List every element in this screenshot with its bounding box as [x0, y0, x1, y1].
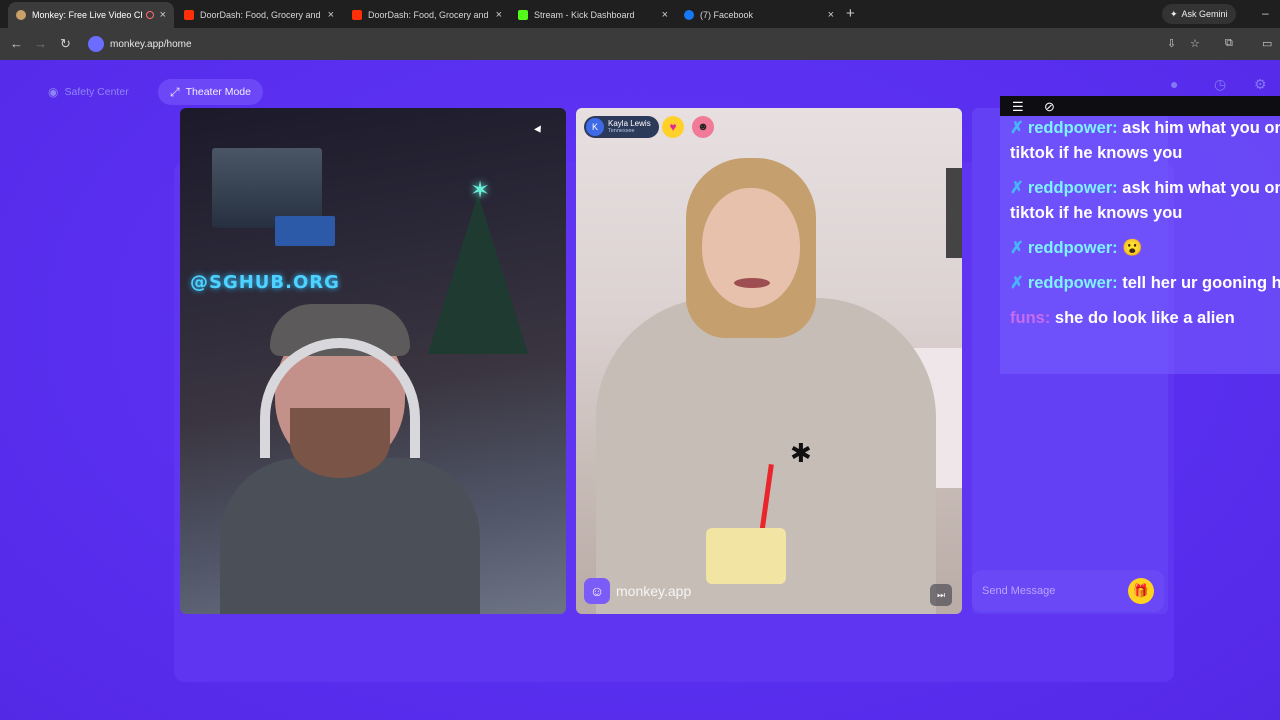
partner-face	[702, 188, 800, 308]
overlay-toolbar: ☰ ⊘	[1000, 96, 1280, 116]
send-message-input[interactable]: Send Message 🎁	[972, 570, 1164, 612]
tab-title: DoorDash: Food, Grocery and F	[368, 10, 490, 20]
streamer-body	[220, 458, 480, 614]
menu-icon[interactable]: ☰	[1012, 99, 1024, 115]
chat-message: ✗ reddpower: ask him what you on tiktok i…	[1010, 116, 1280, 166]
cup	[706, 528, 786, 584]
address-bar[interactable]: monkey.app/home	[84, 32, 1154, 56]
close-tab-icon[interactable]: ×	[828, 9, 834, 21]
heart-badge-icon[interactable]: ♥	[662, 116, 684, 138]
chat-text: tell her ur gooning her	[1122, 274, 1280, 292]
chat-messages: ✗ reddpower: ask him what you on tiktok i…	[1010, 116, 1280, 341]
close-tab-icon[interactable]: ×	[160, 9, 166, 21]
side-panel-icon[interactable]: ▭	[1262, 37, 1272, 50]
send-message-placeholder: Send Message	[982, 585, 1056, 597]
tab-title: (7) Facebook	[700, 10, 754, 20]
tree-star-icon: ✶	[470, 177, 491, 204]
close-tab-icon[interactable]: ×	[662, 9, 668, 21]
recording-icon	[145, 11, 154, 19]
streamer	[220, 298, 480, 614]
tab-monkey[interactable]: Monkey: Free Live Video Ch ×	[8, 2, 174, 28]
visibility-off-icon[interactable]: ⊘	[1044, 99, 1055, 115]
browser-tab-bar: Monkey: Free Live Video Ch × DoorDash: F…	[0, 0, 1280, 28]
tab-doordash-1[interactable]: DoorDash: Food, Grocery and F ×	[176, 2, 342, 28]
browser-toolbar: ← → ↻ monkey.app/home ⇩ ☆ ⧉ ▭	[0, 28, 1280, 60]
leaf-print-icon: ✱	[790, 438, 812, 468]
chat-message: funs: she do look like a alien	[1010, 306, 1280, 331]
chat-message: ✗ reddpower: 😮	[1010, 236, 1280, 261]
close-tab-icon[interactable]: ×	[328, 9, 334, 21]
safety-center-label: Safety Center	[64, 86, 129, 98]
gemini-label: Ask Gemini	[1181, 9, 1228, 19]
partner-avatar: K	[586, 118, 604, 136]
tab-title: Stream - Kick Dashboard	[534, 10, 635, 20]
monitor-screen	[275, 216, 335, 246]
gift-icon[interactable]: 🎁	[1128, 578, 1154, 604]
partner-name: Kayla Lewis	[608, 119, 651, 128]
url-text: monkey.app/home	[110, 38, 192, 50]
self-video-feed: @SGHUB.ORG ✶	[180, 108, 566, 614]
monkey-watermark: ☺ monkey.app	[584, 578, 691, 604]
neon-sign: @SGHUB.ORG	[190, 272, 340, 293]
verified-icon: ✗	[1010, 274, 1024, 292]
bookmark-star-icon[interactable]: ☆	[1190, 37, 1200, 50]
monkey-favicon-icon	[16, 10, 26, 20]
watermark-text: monkey.app	[616, 583, 692, 599]
chat-username: reddpower:	[1027, 274, 1118, 292]
partner-lips	[734, 278, 770, 288]
doordash-favicon-icon	[184, 10, 194, 20]
safety-center-button[interactable]: ◉ Safety Center	[36, 79, 141, 105]
install-app-icon[interactable]: ⇩	[1167, 37, 1176, 50]
tab-kick[interactable]: Stream - Kick Dashboard ×	[510, 2, 676, 28]
chat-text: she do look like a alien	[1054, 309, 1235, 327]
chat-username: reddpower:	[1027, 179, 1118, 197]
forward-icon[interactable]: →	[34, 36, 47, 51]
new-tab-icon[interactable]: +	[846, 5, 855, 22]
ask-gemini-button[interactable]: ✦ Ask Gemini	[1162, 4, 1236, 24]
sticker-badge-icon[interactable]: ☻	[692, 116, 714, 138]
chat-message: ✗ reddpower: ask him what you on tiktok i…	[1010, 176, 1280, 226]
mouse-cursor-icon	[534, 125, 544, 135]
theater-mode-label: Theater Mode	[185, 86, 251, 98]
shield-icon: ◉	[48, 85, 59, 99]
expand-icon: ⤢	[170, 84, 180, 99]
chat-username: reddpower:	[1027, 239, 1118, 257]
extensions-icon[interactable]: ⧉	[1225, 37, 1233, 50]
monkey-logo-icon: ☺	[584, 578, 610, 604]
verified-icon: ✗	[1010, 239, 1024, 257]
skip-next-button[interactable]: ⏭	[930, 584, 952, 606]
reload-icon[interactable]: ↻	[60, 36, 71, 52]
stream-chat-overlay: ☰ ⊘ ✗ reddpower: ask him what you on tikt…	[1000, 96, 1280, 374]
partner-video-feed: ✱ K Kayla Lewis Tennessee ♥ ☻ ☺ monkey.a…	[576, 108, 962, 614]
close-tab-icon[interactable]: ×	[496, 9, 502, 21]
theater-mode-button[interactable]: ⤢ Theater Mode	[158, 79, 263, 105]
facebook-favicon-icon	[684, 10, 694, 20]
sparkle-icon: ✦	[1170, 8, 1178, 19]
tab-title: DoorDash: Food, Grocery and F	[200, 10, 322, 20]
chat-username: reddpower:	[1027, 119, 1118, 137]
chat-username: funs:	[1010, 309, 1051, 327]
tab-facebook[interactable]: (7) Facebook ×	[676, 2, 842, 28]
tab-doordash-2[interactable]: DoorDash: Food, Grocery and F ×	[344, 2, 510, 28]
verified-icon: ✗	[1010, 119, 1024, 137]
kick-favicon-icon	[518, 10, 528, 20]
partner-location: Tennessee	[608, 128, 635, 134]
back-icon[interactable]: ←	[10, 36, 23, 51]
profile-avatar-icon[interactable]: ●	[1170, 76, 1178, 92]
minimize-icon[interactable]: –	[1262, 6, 1269, 20]
settings-icon[interactable]: ⚙	[1254, 76, 1267, 93]
site-info-icon[interactable]	[88, 36, 104, 52]
history-icon[interactable]: ◷	[1214, 76, 1226, 93]
chat-message: ✗ reddpower: tell her ur gooning her	[1010, 271, 1280, 296]
background-window	[946, 168, 962, 258]
partner-user-chip[interactable]: K Kayla Lewis Tennessee	[584, 116, 659, 138]
doordash-favicon-icon	[352, 10, 362, 20]
chat-text: 😮	[1122, 239, 1143, 257]
tab-title: Monkey: Free Live Video Ch	[32, 10, 142, 20]
verified-icon: ✗	[1010, 179, 1024, 197]
